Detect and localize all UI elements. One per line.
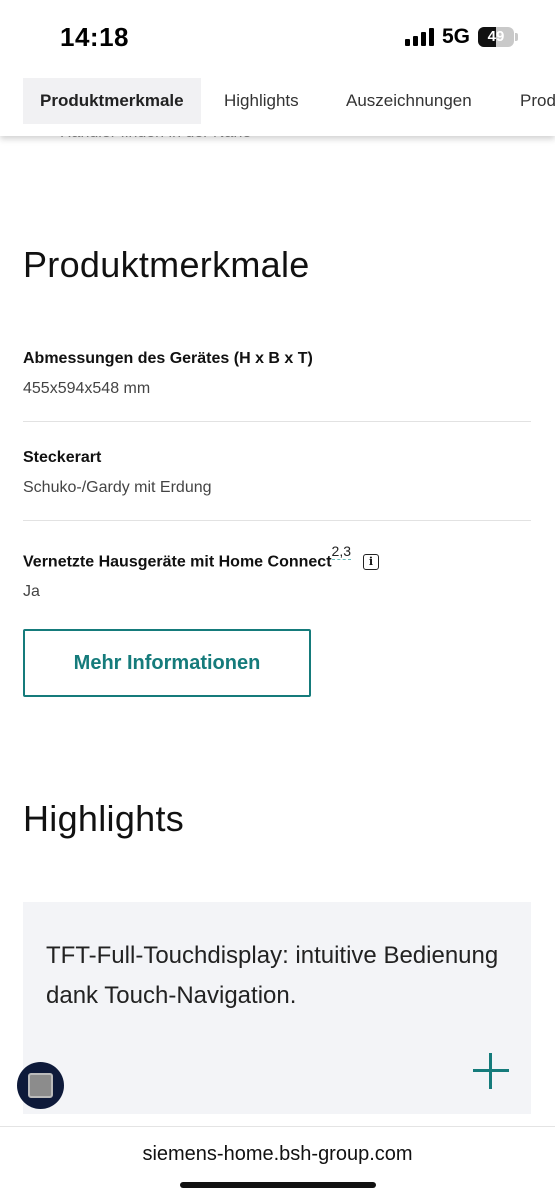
feature-value: Ja [23, 583, 40, 601]
feature-label: Abmessungen des Gerätes (H x B x T) [23, 350, 313, 367]
feature-value: Schuko-/Gardy mit Erdung [23, 479, 212, 496]
network-type: 5G [442, 25, 471, 48]
url-text[interactable]: siemens-home.bsh-group.com [0, 1143, 555, 1166]
divider [23, 421, 531, 422]
floating-action-button[interactable] [17, 1062, 64, 1109]
status-bar: 14:18 5G 49 [0, 0, 555, 76]
tab-highlights[interactable]: Highlights [207, 78, 316, 124]
plus-icon[interactable] [473, 1053, 509, 1089]
browser-url-bar[interactable]: siemens-home.bsh-group.com [0, 1126, 555, 1200]
battery-icon: 49 [478, 27, 514, 47]
footnote-refs[interactable]: 2,3 [331, 543, 351, 560]
battery-cap [515, 33, 518, 41]
battery-level: 49 [487, 28, 505, 45]
highlight-card[interactable]: TFT-Full-Touchdisplay: intuitive Bedienu… [23, 902, 531, 1114]
home-indicator [180, 1182, 376, 1188]
info-icon[interactable]: i [363, 554, 379, 571]
more-info-button[interactable]: Mehr Informationen [23, 629, 311, 697]
tab-produkt[interactable]: Prod [503, 78, 555, 124]
product-features-title: Produktmerkmale [23, 244, 310, 285]
tab-produktmerkmale[interactable]: Produktmerkmale [23, 78, 201, 124]
feature-label-text: Vernetzte Hausgeräte mit Home Connect [23, 553, 332, 571]
signal-bars-icon [405, 28, 435, 46]
feature-label: Steckerart [23, 449, 102, 466]
status-time: 14:18 [60, 22, 129, 52]
feature-value: 455x594x548 mm [23, 380, 151, 397]
highlight-text: TFT-Full-Touchdisplay: intuitive Bedienu… [46, 942, 499, 1009]
feature-label: Vernetzte Hausgeräte mit Home Connect2,3… [23, 543, 531, 572]
feature-home-connect: Vernetzte Hausgeräte mit Home Connect2,3… [23, 543, 531, 602]
highlights-title: Highlights [23, 798, 185, 839]
tab-auszeichnungen[interactable]: Auszeichnungen [329, 78, 489, 124]
feature-dimensions: Abmessungen des Gerätes (H x B x T) 455x… [23, 349, 531, 399]
feature-plug-type: Steckerart Schuko-/Gardy mit Erdung [23, 448, 531, 498]
stop-icon [28, 1073, 53, 1098]
section-tab-nav: Produktmerkmale Highlights Auszeichnunge… [0, 76, 555, 136]
divider [23, 520, 531, 521]
